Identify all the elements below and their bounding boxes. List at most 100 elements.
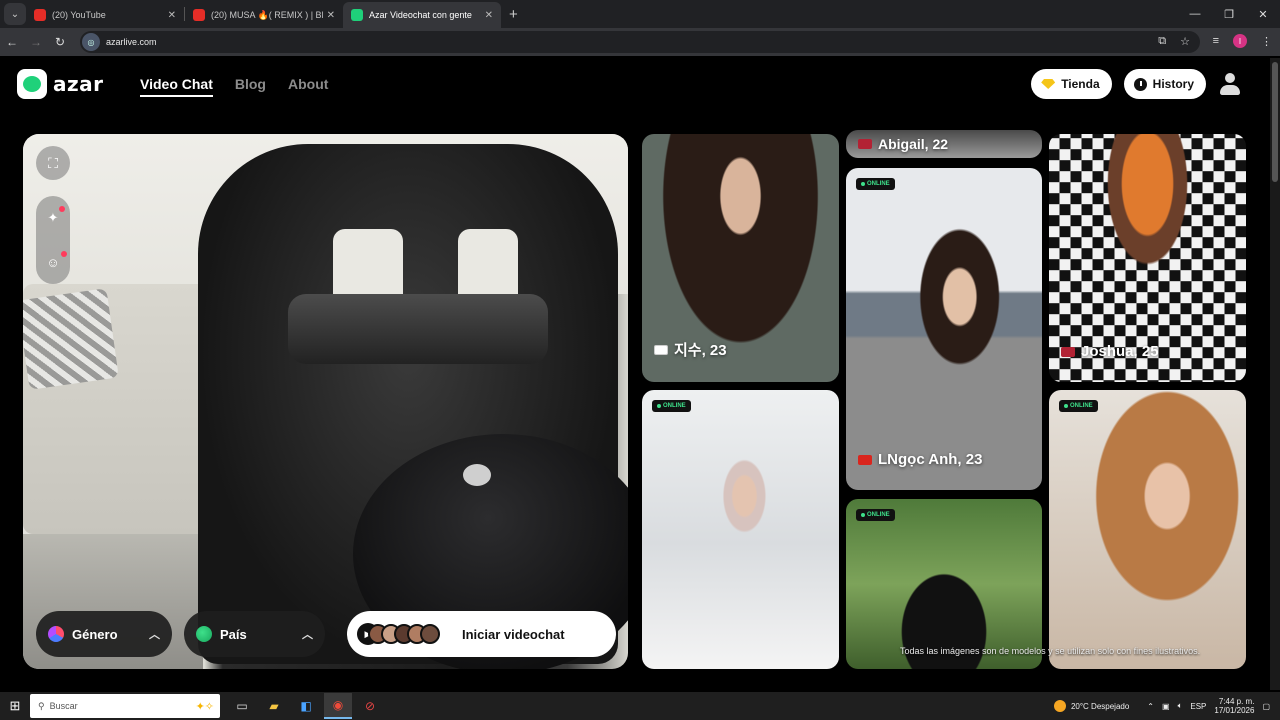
- face-filter-icon[interactable]: ☺: [46, 250, 67, 270]
- tab-youtube[interactable]: (20) YouTube ✕: [26, 2, 184, 28]
- profile-avatar[interactable]: I: [1233, 34, 1247, 48]
- taskbar-search[interactable]: ⚲ Buscar ✦✧: [30, 694, 220, 718]
- bookmark-star-icon[interactable]: ☆: [1180, 35, 1190, 48]
- install-app-icon[interactable]: ⧉: [1158, 35, 1166, 48]
- azar-logo[interactable]: azar: [17, 69, 104, 99]
- close-icon[interactable]: ✕: [485, 10, 493, 21]
- scrollbar-thumb[interactable]: [1272, 62, 1278, 182]
- forward-icon[interactable]: →: [24, 35, 48, 49]
- chrome-icon[interactable]: ◉: [324, 693, 352, 719]
- flag-us-icon: [1061, 346, 1075, 357]
- search-placeholder: Buscar: [49, 701, 78, 711]
- profile-name: 지수, 23: [654, 339, 727, 360]
- minimize-icon[interactable]: —: [1178, 0, 1212, 28]
- camera-tools: ⛶ ✦ ☺: [36, 146, 70, 284]
- store-button[interactable]: Tienda: [1031, 69, 1112, 99]
- online-badge: ONLINE: [1059, 400, 1098, 412]
- history-button[interactable]: History: [1123, 69, 1206, 99]
- country-filter-button[interactable]: País ︿: [184, 611, 325, 657]
- windows-start-icon[interactable]: ⊞: [0, 698, 30, 714]
- browser-tab-strip: ⌄ (20) YouTube ✕ (20) MUSA 🔥( REMIX ) | …: [0, 0, 1280, 28]
- tab-title: (20) MUSA 🔥( REMIX ) | BLESSD: [211, 9, 323, 20]
- gender-icon: [48, 626, 64, 642]
- page-scrollbar[interactable]: [1270, 58, 1280, 690]
- camera-scene: [458, 229, 518, 304]
- disclaimer-text: Todas las imágenes son de modelos y se u…: [900, 646, 1201, 656]
- media-control-icon[interactable]: ≡: [1213, 35, 1219, 47]
- sun-icon: [1053, 700, 1066, 712]
- store-app-icon[interactable]: ◧: [292, 693, 320, 719]
- network-icon[interactable]: ▣: [1162, 702, 1170, 711]
- profile-card[interactable]: ONLINE: [642, 390, 839, 669]
- profile-name: Abigail, 22: [858, 136, 948, 152]
- file-explorer-icon[interactable]: ▰: [260, 693, 288, 719]
- tab-azar[interactable]: Azar Videochat con gente ✕: [343, 2, 501, 28]
- back-icon[interactable]: ←: [0, 35, 24, 49]
- start-videochat-label: Iniciar videochat: [462, 626, 565, 642]
- more-menu-icon[interactable]: ⋮: [1261, 35, 1272, 48]
- profile-card[interactable]: ONLINE: [846, 499, 1042, 669]
- avatar-stack: [368, 624, 440, 644]
- nav-video-chat[interactable]: Video Chat: [140, 76, 213, 97]
- browser-actions: ≡ I ⋮: [1213, 34, 1272, 48]
- main-nav: Video Chat Blog About: [140, 76, 328, 97]
- search-icon: ⚲: [38, 700, 50, 711]
- flag-kr-icon: [654, 344, 668, 355]
- taskbar-clock[interactable]: 7:44 p. m. 17/01/2026: [1214, 697, 1254, 715]
- camera-scene: [333, 229, 403, 304]
- volume-icon[interactable]: 🔈︎: [1178, 701, 1183, 711]
- site-info-icon[interactable]: ◎: [82, 33, 100, 51]
- nav-about[interactable]: About: [288, 76, 328, 97]
- app-icon[interactable]: ⊘: [356, 693, 384, 719]
- profile-name-text: LNgọc Anh, 23: [878, 451, 983, 468]
- taskbar: ⊞ ⚲ Buscar ✦✧ ▭ ▰ ◧ ◉ ⊘ 20°C Despejado ⌃…: [0, 692, 1280, 720]
- restore-icon[interactable]: ❐: [1212, 0, 1246, 28]
- profile-name-text: Abigail, 22: [878, 136, 949, 152]
- tab-search-button[interactable]: ⌄: [4, 3, 26, 25]
- task-view-icon[interactable]: ▭: [228, 693, 256, 719]
- start-videochat-button[interactable]: ▶ Iniciar videochat: [347, 611, 616, 657]
- profile-name-text: 지수, 23: [674, 342, 727, 359]
- profile-name: LNgọc Anh, 23: [858, 451, 982, 468]
- tab-title: Azar Videochat con gente: [369, 10, 472, 20]
- user-icon[interactable]: [1218, 72, 1242, 96]
- profile-card[interactable]: 지수, 23: [642, 134, 839, 382]
- close-icon[interactable]: ✕: [168, 10, 176, 21]
- tab-musa[interactable]: (20) MUSA 🔥( REMIX ) | BLESSD ✕: [185, 2, 343, 28]
- close-icon[interactable]: ✕: [327, 10, 335, 21]
- camera-scene: [288, 294, 548, 364]
- gender-filter-button[interactable]: Género ︿: [36, 611, 172, 657]
- address-bar[interactable]: ◎ azarlive.com ⧉ ☆: [80, 31, 1200, 53]
- gender-label: Género: [72, 626, 118, 642]
- weather-widget[interactable]: 20°C Despejado: [1053, 700, 1130, 712]
- youtube-icon: [34, 9, 46, 21]
- system-tray: 20°C Despejado ⌃ ▣ 🔈︎ ESP 7:44 p. m. 17/…: [1053, 692, 1280, 720]
- tray-overflow-icon[interactable]: ⌃: [1147, 702, 1154, 711]
- omnibox-actions: ⧉ ☆: [1158, 35, 1190, 48]
- clock-icon: [1133, 77, 1147, 91]
- reload-icon[interactable]: ↻: [48, 35, 72, 49]
- camera-scene: [463, 464, 491, 486]
- notifications-icon[interactable]: ▢: [1262, 702, 1270, 711]
- profile-card[interactable]: Joshua, 25: [1049, 134, 1246, 382]
- profile-card[interactable]: ONLINE: [1049, 390, 1246, 669]
- window-controls: — ❐ ✕: [1178, 0, 1280, 28]
- chevron-up-icon: ︿: [149, 629, 160, 641]
- close-window-icon[interactable]: ✕: [1246, 0, 1280, 28]
- magic-wand-icon[interactable]: ✦: [48, 206, 66, 226]
- clock-time: 7:44 p. m.: [1218, 697, 1255, 706]
- language-indicator[interactable]: ESP: [1190, 702, 1206, 711]
- effects-group: ✦ ☺: [36, 196, 70, 284]
- profile-card[interactable]: ONLINE LNgọc Anh, 23: [846, 168, 1042, 490]
- azar-icon: [351, 9, 363, 21]
- page-content: azar Video Chat Blog About Tienda Histor…: [0, 58, 1270, 690]
- nav-blog[interactable]: Blog: [235, 76, 266, 97]
- clock-date: 17/01/2026: [1214, 706, 1255, 715]
- weather-text: 20°C Despejado: [1070, 701, 1130, 711]
- new-tab-button[interactable]: +: [509, 6, 518, 23]
- flag-vn-icon: [858, 454, 872, 465]
- profile-card[interactable]: Abigail, 22: [846, 130, 1042, 158]
- fullscreen-button[interactable]: ⛶: [36, 146, 70, 180]
- logo-text: azar: [53, 72, 104, 96]
- tab-title: (20) YouTube: [52, 10, 106, 20]
